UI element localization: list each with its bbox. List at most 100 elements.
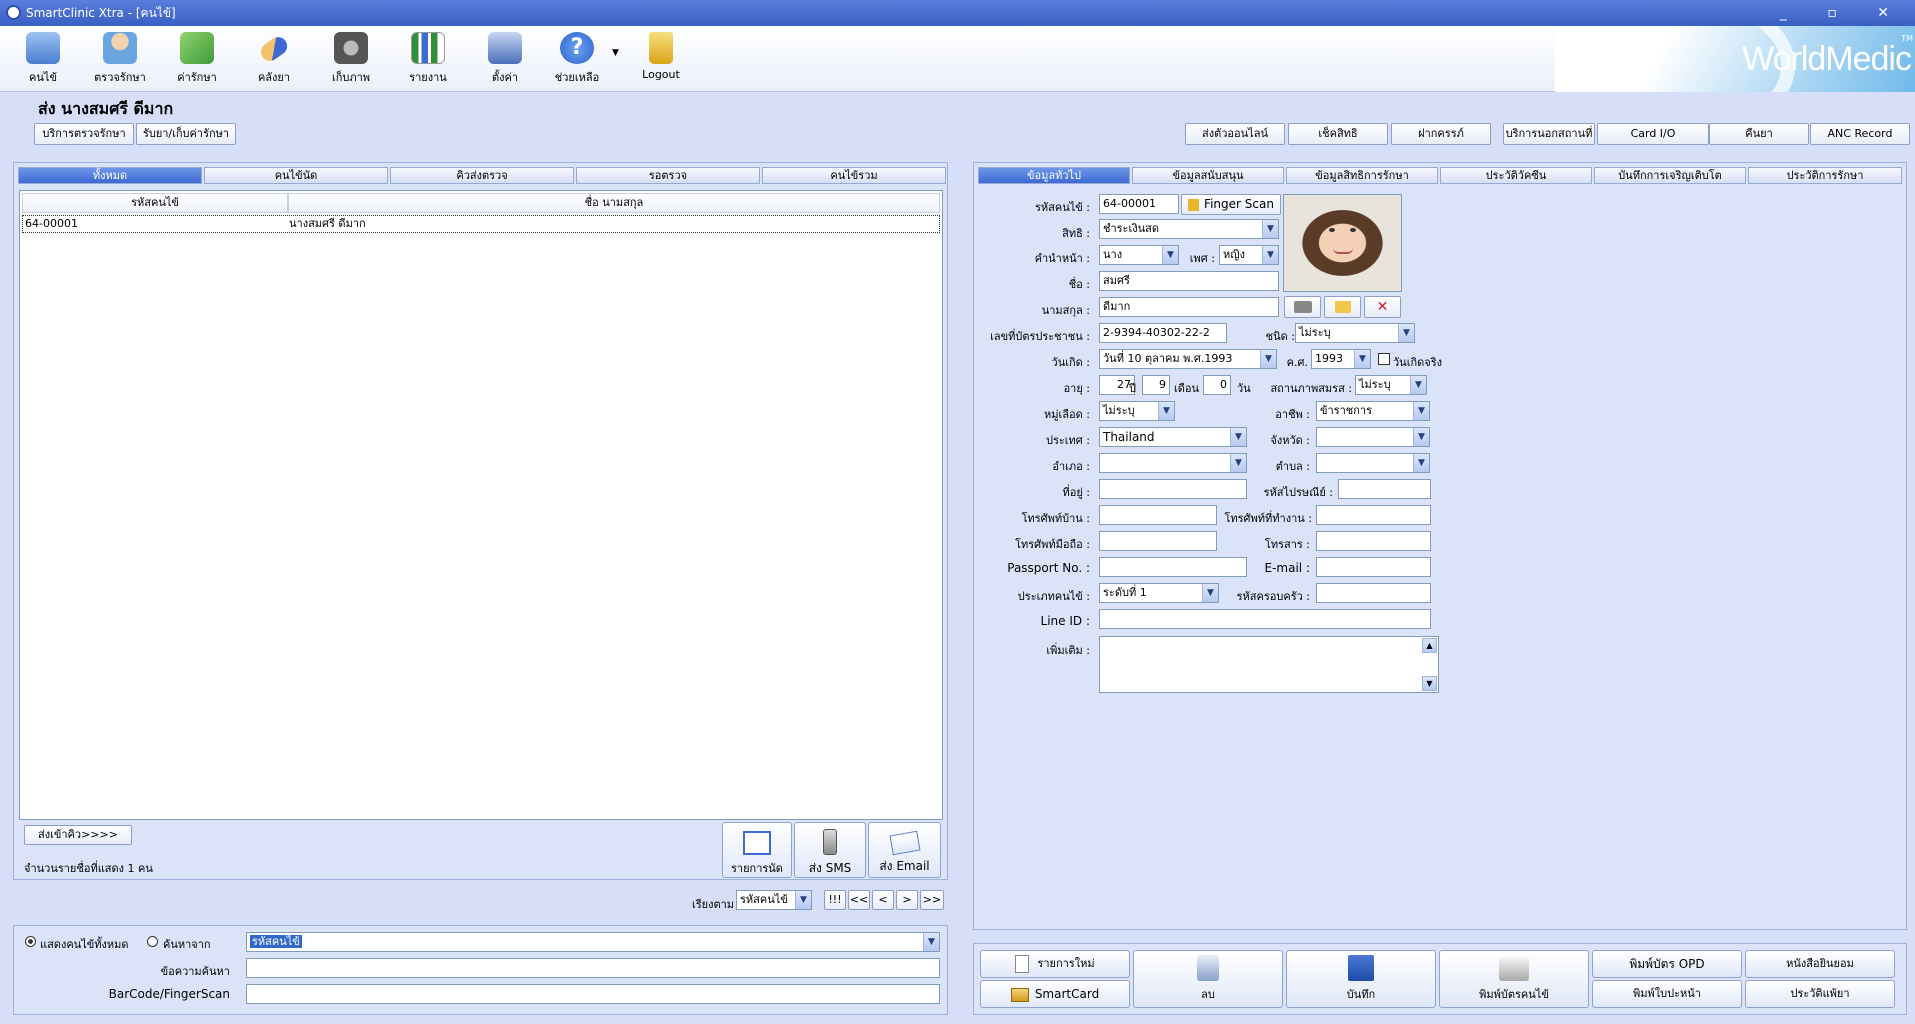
address-input[interactable] [1099, 479, 1247, 499]
toolbar-help-button[interactable]: ? ช่วยเหลือ [542, 32, 612, 86]
finger-scan-button[interactable]: Finger Scan [1181, 194, 1281, 215]
toolbar-camera-button[interactable]: เก็บภาพ [316, 32, 386, 86]
line-id-input[interactable] [1099, 609, 1431, 629]
toolbar-logout-button[interactable]: Logout [626, 32, 696, 81]
real-dob-checkbox[interactable] [1378, 353, 1390, 365]
work-phone-input[interactable] [1316, 505, 1431, 525]
toolbar-report-button[interactable]: รายงาน [393, 32, 463, 86]
toolbar-examine-button[interactable]: ตรวจรักษา [85, 32, 155, 86]
service-dispense-button[interactable]: รับยา/เก็บค่ารักษา [136, 123, 236, 145]
offsite-service-button[interactable]: บริการนอกสถานที่ [1503, 123, 1595, 145]
help-dropdown-icon[interactable]: ▼ [612, 48, 619, 58]
province-select[interactable]: ▼ [1316, 427, 1430, 447]
tab-general-info[interactable]: ข้อมูลทั่วไป [978, 167, 1130, 184]
column-header-hn[interactable]: รหัสคนไข้ [22, 193, 288, 213]
occupation-select[interactable]: ข้าราชการ ▼ [1316, 401, 1430, 421]
send-email-button[interactable]: ส่ง Email [868, 822, 941, 878]
toolbar-pharmacy-button[interactable]: คลังยา [239, 32, 309, 86]
new-record-button[interactable]: รายการใหม่ [980, 950, 1130, 978]
toolbar-fee-button[interactable]: ค่ารักษา [162, 32, 232, 86]
column-header-name[interactable]: ชื่อ นามสกุล [288, 193, 940, 213]
fax-input[interactable] [1316, 531, 1431, 551]
cid-type-select[interactable]: ไม่ระบุ ▼ [1295, 323, 1415, 343]
appointment-list-button[interactable]: รายการนัด [722, 822, 792, 878]
tab-queue[interactable]: คิวส่งตรวจ [390, 167, 574, 184]
save-button[interactable]: บันทึก [1286, 950, 1436, 1008]
tab-growth[interactable]: บันทึกการเจริญเติบโต [1594, 167, 1746, 184]
patient-type-select[interactable]: ระดับที่ 1 ▼ [1099, 583, 1219, 603]
right-select[interactable]: ชำระเงินสด ▼ [1099, 219, 1279, 239]
return-drug-button[interactable]: คืนยา [1709, 123, 1809, 145]
table-row[interactable]: 64-00001 นางสมศรี ดีมาก [22, 215, 940, 233]
photo-camera-button[interactable] [1284, 296, 1321, 318]
radio-search[interactable] [147, 936, 158, 947]
last-name-input[interactable]: ดีมาก [1099, 297, 1279, 317]
print-cover-button[interactable]: พิมพ์ใบปะหน้า [1592, 980, 1742, 1008]
nav-next-button[interactable]: > [896, 890, 918, 910]
tab-all[interactable]: ทั้งหมด [18, 167, 202, 184]
passport-label: Passport No. : [1007, 561, 1090, 575]
print-patient-card-button[interactable]: พิมพ์บัตรคนไข้ [1439, 950, 1589, 1008]
passport-input[interactable] [1099, 557, 1247, 577]
card-io-button[interactable]: Card I/O [1597, 123, 1709, 145]
window-controls[interactable]: _ ▫ ✕ [1780, 0, 1907, 26]
prefix-select[interactable]: นาง ▼ [1099, 245, 1179, 265]
hn-input[interactable]: 64-00001 [1099, 194, 1179, 214]
tab-appointment[interactable]: คนไข้นัด [204, 167, 388, 184]
search-query-input[interactable] [246, 958, 940, 978]
blood-select[interactable]: ไม่ระบุ ▼ [1099, 401, 1175, 421]
nav-all-button[interactable]: !!! [824, 890, 846, 910]
notes-textarea[interactable]: ▲ ▼ [1099, 636, 1439, 693]
nav-prev-button[interactable]: < [872, 890, 894, 910]
drug-allergy-button[interactable]: ประวัติแพ้ยา [1745, 980, 1895, 1008]
photo-open-button[interactable] [1324, 296, 1361, 318]
nav-first-button[interactable]: << [848, 890, 870, 910]
consent-button[interactable]: หนังสือยินยอม [1745, 950, 1895, 978]
smartcard-button[interactable]: SmartCard [980, 980, 1130, 1008]
nav-last-button[interactable]: >> [920, 890, 944, 910]
province-label: จังหวัด : [1270, 434, 1310, 447]
print-opd-button[interactable]: พิมพ์บัตร OPD [1592, 950, 1742, 978]
district-select[interactable]: ▼ [1099, 453, 1247, 473]
zip-input[interactable] [1338, 479, 1431, 499]
chevron-down-icon: ▼ [1410, 376, 1426, 394]
toolbar-settings-button[interactable]: ตั้งค่า [470, 32, 540, 86]
service-examine-button[interactable]: บริการตรวจรักษา [34, 123, 134, 145]
toolbar-patient-button[interactable]: คนไข้ [8, 32, 78, 86]
tab-rights-info[interactable]: ข้อมูลสิทธิการรักษา [1286, 167, 1438, 184]
tab-combined[interactable]: คนไข้รวม [762, 167, 946, 184]
email-input[interactable] [1316, 557, 1431, 577]
send-sms-button[interactable]: ส่ง SMS [794, 822, 866, 878]
mobile-input[interactable] [1099, 531, 1217, 551]
barcode-input[interactable] [246, 984, 940, 1004]
photo-delete-button[interactable]: ✕ [1364, 296, 1401, 318]
search-by-select[interactable]: รหัสคนไข้ ▼ [246, 932, 940, 952]
send-online-button[interactable]: ส่งตัวออนไลน์ [1185, 123, 1285, 145]
zip-label: รหัสไปรษณีย์ : [1263, 486, 1333, 499]
ce-year-select[interactable]: 1993 ▼ [1311, 349, 1371, 369]
anc-record-button[interactable]: ANC Record [1810, 123, 1910, 145]
delete-button[interactable]: ลบ [1133, 950, 1283, 1008]
age-months-input[interactable]: 9 [1142, 375, 1170, 395]
subdistrict-select[interactable]: ▼ [1316, 453, 1430, 473]
first-name-input[interactable]: สมศรี [1099, 271, 1279, 291]
sort-select[interactable]: รหัสคนไข้ ▼ [736, 890, 812, 910]
cid-input[interactable]: 2-9394-40302-22-2 [1099, 323, 1227, 343]
marital-select[interactable]: ไม่ระบุ ▼ [1355, 375, 1427, 395]
radio-show-all[interactable] [25, 936, 36, 947]
age-days-input[interactable]: 0 [1203, 375, 1231, 395]
tab-vaccine[interactable]: ประวัติวัคซีน [1440, 167, 1592, 184]
family-code-input[interactable] [1316, 583, 1431, 603]
tab-waiting[interactable]: รอตรวจ [576, 167, 760, 184]
tab-treatment-history[interactable]: ประวัติการรักษา [1748, 167, 1902, 184]
marital-label: สถานภาพสมรส : [1270, 382, 1352, 395]
anc-button[interactable]: ฝากครรภ์ [1391, 123, 1491, 145]
country-select[interactable]: Thailand ▼ [1099, 427, 1247, 447]
tab-support-info[interactable]: ข้อมูลสนับสนุน [1132, 167, 1284, 184]
send-queue-button[interactable]: ส่งเข้าคิว>>>> [24, 825, 132, 845]
country-label: ประเทศ : [1046, 434, 1090, 447]
home-phone-input[interactable] [1099, 505, 1217, 525]
dob-select[interactable]: วันที่ 10 ตุลาคม พ.ศ.1993 ▼ [1099, 349, 1277, 369]
sex-select[interactable]: หญิง ▼ [1219, 245, 1279, 265]
check-rights-button[interactable]: เช็คสิทธิ [1288, 123, 1388, 145]
